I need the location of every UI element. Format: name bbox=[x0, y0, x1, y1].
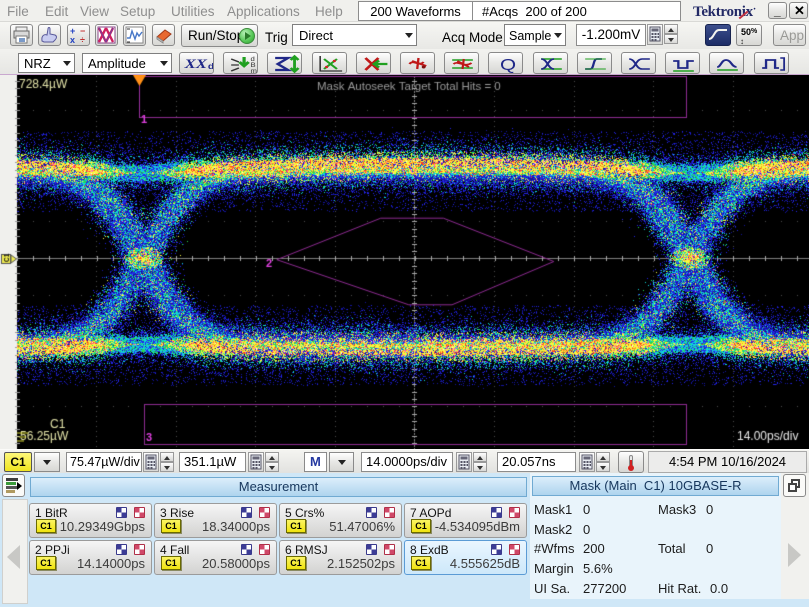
svg-text:XX: XX bbox=[183, 58, 208, 72]
svg-text:÷: ÷ bbox=[80, 35, 85, 45]
svg-text:m: m bbox=[251, 69, 257, 75]
svg-text:Q: Q bbox=[500, 55, 516, 73]
svg-text:dB: dB bbox=[208, 62, 213, 71]
svg-text:x: x bbox=[70, 35, 75, 45]
